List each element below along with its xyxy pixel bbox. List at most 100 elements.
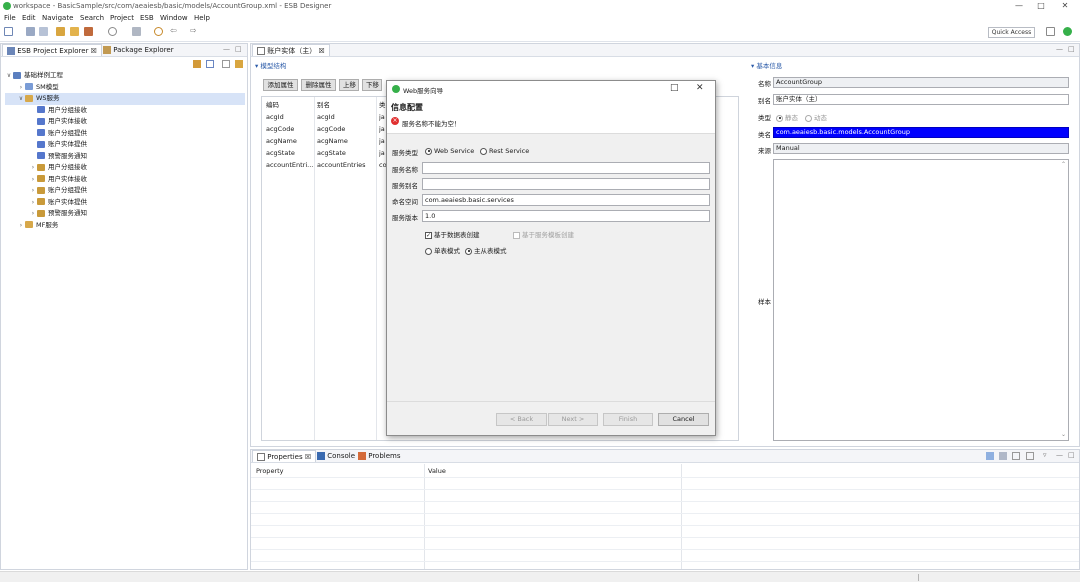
web-service-radio[interactable]: Web Service [425,147,474,155]
sample-textarea[interactable] [773,159,1069,441]
filter-icon[interactable] [222,60,231,68]
next-button[interactable]: Next > [548,413,598,426]
expand-toggle-icon[interactable]: › [29,162,37,174]
tree-item[interactable]: 用户实体接收 [5,116,245,128]
search-icon[interactable] [108,27,117,36]
cancel-button[interactable]: Cancel [658,413,709,426]
table-cell[interactable]: acgName [317,135,348,147]
type-dynamic-radio[interactable]: 动态 [805,112,827,122]
next-annotation-icon[interactable] [132,27,141,36]
from-table-checkbox[interactable]: ✓ 基于数据表创建 [425,229,480,239]
tree-item[interactable]: 账户实体提供 [5,139,245,151]
menu-project[interactable]: Project [110,14,134,22]
tree-item[interactable]: › 用户分组接收 [5,162,245,174]
move-up-button[interactable]: 上移 [339,79,359,91]
minimize-editor-icon[interactable]: — [1056,45,1063,53]
table-cell[interactable]: acgState [317,147,346,159]
new-icon[interactable] [4,27,13,36]
table-cell[interactable]: acgId [266,111,284,123]
quick-access-input[interactable]: Quick Access [988,27,1035,38]
undo-icon[interactable] [154,27,163,36]
tree-item[interactable]: ∨ 基础样例工程 [5,70,245,82]
finish-button[interactable]: Finish [603,413,653,426]
rest-service-radio[interactable]: Rest Service [480,147,529,155]
table-cell[interactable]: ja [379,111,385,123]
esb-perspective-icon[interactable] [1063,27,1072,36]
expand-toggle-icon[interactable]: › [29,185,37,197]
tab-problems[interactable]: Problems [354,450,405,462]
expand-toggle-icon[interactable]: ∨ [5,70,13,82]
table-cell[interactable]: acgName [266,135,297,147]
service-alias-input[interactable] [422,178,710,190]
menu-edit[interactable]: Edit [22,14,36,22]
save-all-icon[interactable] [39,27,48,36]
menu-esb[interactable]: ESB [140,14,154,22]
tree-item[interactable]: 用户分组接收 [5,105,245,117]
table-cell[interactable]: ja [379,147,385,159]
menu-file[interactable]: File [4,14,16,22]
menu-navigate[interactable]: Navigate [42,14,73,22]
tab-account-entity[interactable]: 账户实体（主） ☒ [252,44,330,56]
class-field[interactable]: com.aeaiesb.basic.models.AccountGroup [773,127,1069,138]
table-cell[interactable]: acgCode [317,123,345,135]
filter-icon[interactable] [1012,452,1021,460]
table-cell[interactable]: ja [379,123,385,135]
namespace-input[interactable]: com.aeaiesb.basic.services [422,194,710,206]
menu-window[interactable]: Window [160,14,188,22]
forward-icon[interactable]: ⇨ [190,27,199,36]
tree-item[interactable]: › SM模型 [5,82,245,94]
tree-item[interactable]: › 预警服务通知 [5,208,245,220]
tree-item[interactable]: 账户分组提供 [5,128,245,140]
column-header-type[interactable]: 类 [379,99,386,111]
table-cell[interactable]: acgState [266,147,295,159]
type-static-radio[interactable]: 静态 [776,112,798,122]
minimize-view-icon[interactable]: — [223,45,230,53]
name-field[interactable]: AccountGroup [773,77,1069,88]
service-name-input[interactable] [422,162,710,174]
collapse-all-icon[interactable] [206,60,215,68]
tab-console[interactable]: Console [313,450,359,462]
expand-toggle-icon[interactable]: › [29,174,37,186]
table-cell[interactable]: acgCode [266,123,294,135]
property-column-header[interactable]: Property [256,465,284,477]
tree-item[interactable]: ∨ WS服务 [5,93,245,105]
column-header-alias[interactable]: 别名 [317,99,330,111]
maximize-editor-icon[interactable]: □ [1068,45,1075,53]
alias-field[interactable]: 账户实体（主） [773,94,1069,105]
model-section-title[interactable]: ▾ 模型结构 [255,60,286,70]
column-header-code[interactable]: 编码 [266,99,279,111]
maximize-bottom-icon[interactable]: □ [1068,451,1075,459]
categories-icon[interactable] [986,452,994,460]
value-column-header[interactable]: Value [428,465,446,477]
table-cell[interactable]: accountEntries [317,159,366,171]
tab-package-explorer[interactable]: Package Explorer [99,44,178,56]
tree-item[interactable]: › MF服务 [5,220,245,232]
close-window-button[interactable]: ✕ [1050,0,1080,13]
minimize-bottom-icon[interactable]: — [1056,451,1063,459]
expand-toggle-icon[interactable]: › [29,197,37,209]
view-menu-icon[interactable] [234,60,243,68]
dialog-maximize-button[interactable]: □ [670,83,679,93]
basic-section-title[interactable]: ▾ 基本信息 [751,60,782,70]
master-detail-radio[interactable]: 主从表模式 [465,245,507,255]
add-attribute-button[interactable]: 添加属性 [263,79,298,91]
source-field[interactable]: Manual [773,143,1069,154]
pin-icon[interactable] [1025,452,1034,460]
sync-icon[interactable] [193,60,201,68]
back-icon[interactable]: ⇦ [170,27,179,36]
delete-attribute-button[interactable]: 删除属性 [301,79,336,91]
advanced-icon[interactable] [999,452,1008,460]
save-icon[interactable] [26,27,35,36]
tab-properties[interactable]: Properties ☒ [252,450,317,462]
run-icon[interactable] [84,27,93,36]
scroll-up-icon[interactable]: ⌃ [1061,161,1066,168]
menu-search[interactable]: Search [80,14,104,22]
from-template-checkbox[interactable]: 基于服务模板创建 [513,229,574,239]
open-perspective-icon[interactable] [1046,27,1055,36]
service-version-input[interactable]: 1.0 [422,210,710,222]
scroll-down-icon[interactable]: ⌄ [1061,431,1066,438]
maximize-view-icon[interactable]: □ [235,45,242,53]
table-cell[interactable]: ja [379,135,385,147]
tree-item[interactable]: › 账户实体提供 [5,197,245,209]
open-folder-icon[interactable] [70,27,79,36]
